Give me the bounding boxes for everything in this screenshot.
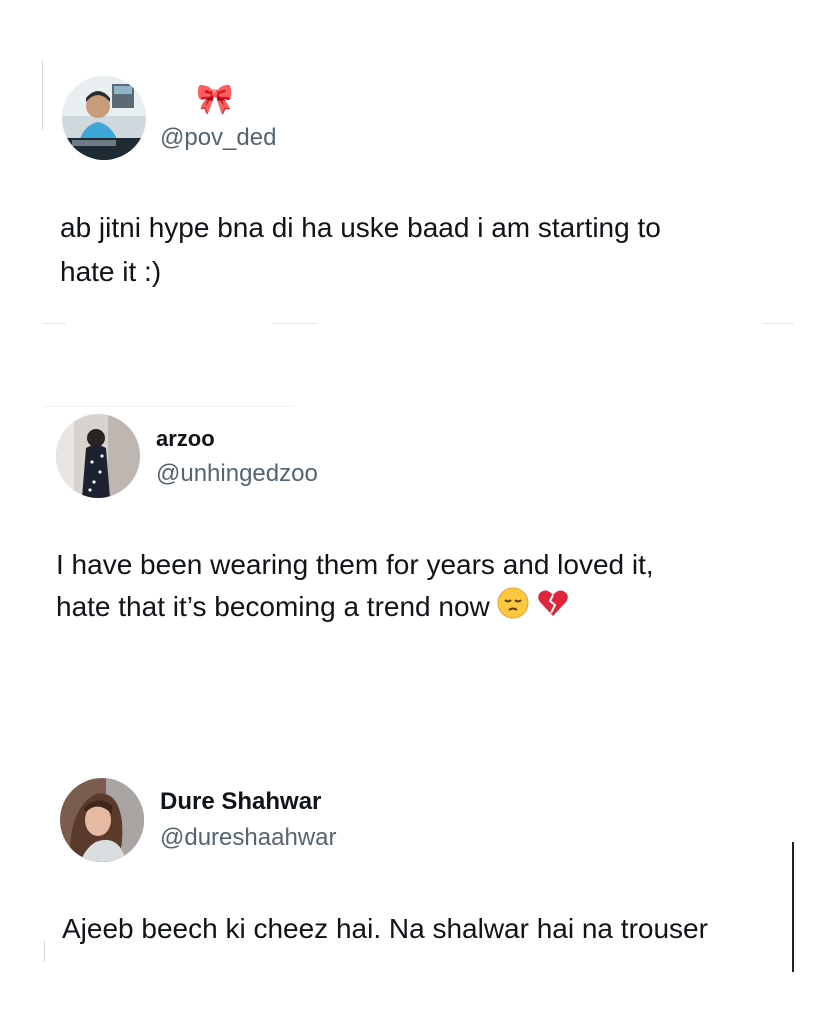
tweet-text-line-1: Ajeeb beech ki cheez hai. Na shalwar hai… [62,913,708,944]
handle[interactable]: @pov_ded [160,124,276,152]
handle[interactable]: @dureshaahwar [160,824,336,852]
tweet-card-1[interactable]: 🎀 @pov_ded ab jitni hype bna di ha uske … [0,0,837,330]
edge-line-right [792,842,794,972]
avatar[interactable] [62,76,146,160]
woman-mirror-selfie-avatar [56,414,140,498]
divider-left [44,323,66,324]
tweet-text-line-1: ab jitni hype bna di ha uske baad i am s… [60,212,661,243]
tweet-text-line-1: I have been wearing them for years and l… [56,549,654,580]
edge-line-small [44,940,45,962]
woman-portrait-avatar [60,778,144,862]
man-at-desk-avatar [62,76,146,160]
broken-heart-emoji [536,586,570,632]
faint-top-line [44,406,294,407]
display-name[interactable]: Dure Shahwar [160,788,321,816]
tweet-text-line-2: hate that it’s becoming a trend now [56,586,570,632]
divider-middle [272,323,316,324]
tweet-text-line-2-text: hate that it’s becoming a trend now [56,591,490,622]
ribbon-emoji-name: 🎀 [196,83,234,116]
tweet-text-line-2: hate it :) [60,256,162,287]
display-name[interactable]: arzoo [156,426,215,452]
divider-right [764,323,794,324]
tweet-card-3[interactable]: Dure Shahwar @dureshaahwar Ajeeb beech k… [0,760,837,990]
tweet-card-2[interactable]: arzoo @unhingedzoo I have been wearing t… [0,400,837,640]
pensive-face-emoji [496,586,530,632]
handle[interactable]: @unhingedzoo [156,460,318,488]
avatar[interactable] [56,414,140,498]
avatar[interactable] [60,778,144,862]
